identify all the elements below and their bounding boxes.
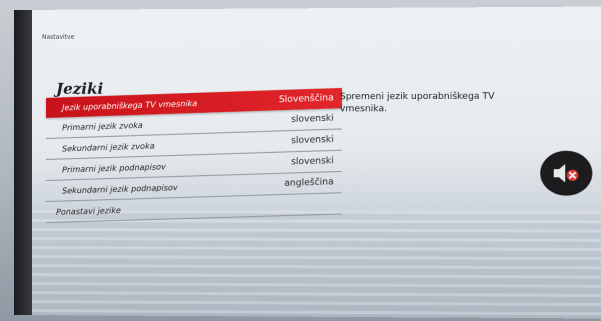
tv-screen: Nastavitve Jeziki Jezik uporabniškega TV… (14, 6, 601, 319)
menu-item-label: Sekundarni jezik zvoka (62, 140, 155, 153)
menu-item-label: Ponastavi jezike (56, 205, 121, 217)
menu-item-label: Primarni jezik podnapisov (62, 161, 166, 175)
page-title: Jeziki (56, 79, 104, 98)
menu-item-label: Jezik uporabniškega TV vmesnika (62, 98, 198, 112)
speaker-muted-icon (553, 164, 582, 183)
menu-item-value: Slovenščina (278, 93, 334, 106)
menu-item-label: Primarni jezik zvoka (62, 120, 143, 132)
menu-item-label: Sekundarni jezik podnapisov (62, 182, 178, 196)
menu-item-value: slovenski (291, 134, 334, 147)
photo-background: Nastavitve Jeziki Jezik uporabniškega TV… (0, 0, 601, 321)
screen-reflection (32, 210, 601, 319)
menu-item-value: slovenski (291, 155, 334, 168)
menu-item-value: angleščina (284, 177, 334, 189)
help-description: Spremeni jezik uporabniškega TV vmesnika… (339, 91, 495, 115)
tv-bezel (14, 9, 33, 316)
breadcrumb: Nastavitve (42, 33, 75, 41)
language-menu: Jezik uporabniškega TV vmesnika Slovenšč… (46, 87, 342, 224)
mute-indicator (540, 150, 593, 196)
menu-item-value: slovenski (291, 113, 334, 125)
